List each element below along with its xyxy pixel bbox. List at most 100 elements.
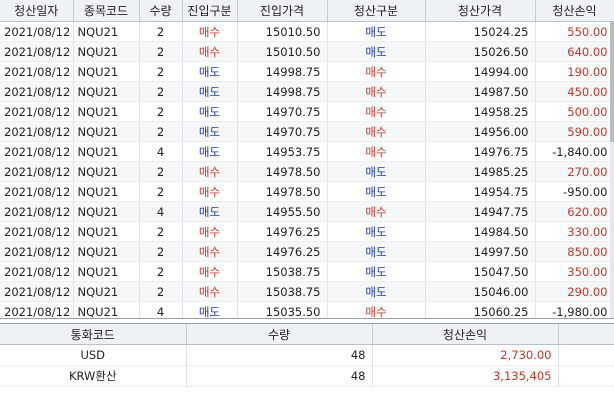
summary-row[interactable]: USD 48 2,730.00 [0,344,614,366]
cell-exit-side: 매도 [327,21,426,42]
table-row[interactable]: 2021/08/12 NQU21 2 매수 14976.25 매도 14997.50 850.… [0,241,614,262]
summary-col-pnl[interactable]: 청산손익 [372,324,559,345]
cell-exit-side: 매도 [327,241,426,262]
cell-code: NQU21 [73,61,140,82]
cell-qty: 2 [139,101,183,122]
col-header-exit-price[interactable]: 청산가격 [425,0,536,22]
summary-currency: USD [0,344,187,366]
trade-table: 청산일자 종목코드 수량 진입구분 진입가격 청산구분 청산가격 청산손익 20… [0,0,614,318]
cell-entry-price: 15038.75 [237,281,328,302]
cell-code: NQU21 [73,221,140,242]
table-row[interactable]: 2021/08/12 NQU21 2 매수 15010.50 매도 15026.50 640.… [0,41,614,62]
summary-col-currency[interactable]: 통화코드 [0,324,187,345]
cell-code: NQU21 [73,121,140,142]
table-row[interactable]: 2021/08/12 NQU21 4 매도 14953.75 매수 14976.75 -1,8… [0,141,614,162]
cell-entry-price: 15035.50 [237,301,328,318]
cell-entry-price: 14970.75 [237,121,328,142]
cell-entry-side: 매수 [182,261,238,282]
table-row[interactable]: 2021/08/12 NQU21 4 매도 14955.50 매수 14947.75 620.… [0,201,614,222]
cell-entry-side: 매수 [182,221,238,242]
cell-entry-side: 매도 [182,141,238,162]
cell-exit-side: 매수 [327,61,426,82]
cell-code: NQU21 [73,81,140,102]
summary-row[interactable]: KRW환산 48 3,135,405 [0,365,614,387]
cell-exit-price: 14958.25 [425,101,536,122]
cell-entry-side: 매도 [182,81,238,102]
cell-exit-price: 15024.25 [425,21,536,42]
col-header-qty[interactable]: 수량 [139,0,183,22]
summary-qty: 48 [186,365,373,387]
table-row[interactable]: 2021/08/12 NQU21 2 매수 14976.25 매도 14984.50 330.… [0,221,614,242]
cell-exit-side: 매수 [327,301,426,318]
cell-entry-price: 14998.75 [237,81,328,102]
table-row[interactable]: 2021/08/12 NQU21 2 매수 14978.50 매도 14985.25 270.… [0,161,614,182]
cell-entry-price: 15010.50 [237,41,328,62]
cell-entry-side: 매도 [182,61,238,82]
cell-code: NQU21 [73,161,140,182]
cell-date: 2021/08/12 [0,141,74,162]
cell-code: NQU21 [73,301,140,318]
table-row[interactable]: 2021/08/12 NQU21 2 매도 14970.75 매수 14958.25 500.… [0,101,614,122]
cell-qty: 2 [139,81,183,102]
table-row[interactable]: 2021/08/12 NQU21 2 매수 14978.50 매도 14954.75 -950… [0,181,614,202]
cell-exit-side: 매도 [327,281,426,302]
cell-code: NQU21 [73,101,140,122]
cell-entry-side: 매도 [182,101,238,122]
cell-exit-side: 매도 [327,181,426,202]
table-row[interactable]: 2021/08/12 NQU21 2 매수 15010.50 매도 15024.25 550.… [0,21,614,42]
summary-currency: KRW환산 [0,365,187,387]
cell-pnl: 590.00 [535,121,614,142]
cell-exit-side: 매수 [327,201,426,222]
cell-pnl: 330.00 [535,221,614,242]
cell-code: NQU21 [73,201,140,222]
scrollbar-thumb[interactable] [610,22,614,142]
table-row[interactable]: 2021/08/12 NQU21 2 매도 14998.75 매수 14994.00 190.… [0,61,614,82]
cell-date: 2021/08/12 [0,161,74,182]
cell-exit-price: 15046.00 [425,281,536,302]
cell-exit-price: 14956.00 [425,121,536,142]
col-header-entry-price[interactable]: 진입가격 [237,0,328,22]
cell-pnl: 550.00 [535,21,614,42]
cell-exit-side: 매수 [327,101,426,122]
cell-pnl: -950.00 [535,181,614,202]
cell-entry-price: 14976.25 [237,221,328,242]
cell-date: 2021/08/12 [0,301,74,318]
table-row[interactable]: 2021/08/12 NQU21 2 매수 15038.75 매도 15047.50 350.… [0,261,614,282]
col-header-pnl[interactable]: 청산손익 [535,0,614,22]
cell-pnl: 350.00 [535,261,614,282]
col-header-code[interactable]: 종목코드 [73,0,140,22]
table-row[interactable]: 2021/08/12 NQU21 4 매도 15035.50 매수 15060.25 -1,9… [0,301,614,318]
summary-pnl: 2,730.00 [372,344,559,366]
cell-qty: 4 [139,201,183,222]
cell-code: NQU21 [73,281,140,302]
summary-col-qty[interactable]: 수량 [186,324,373,345]
cell-pnl: 190.00 [535,61,614,82]
grid-header-row: 청산일자 종목코드 수량 진입구분 진입가격 청산구분 청산가격 청산손익 [0,0,614,22]
cell-entry-side: 매수 [182,181,238,202]
cell-pnl: 290.00 [535,281,614,302]
cell-qty: 2 [139,121,183,142]
cell-date: 2021/08/12 [0,201,74,222]
cell-entry-side: 매수 [182,161,238,182]
vertical-scrollbar[interactable] [610,22,614,318]
cell-exit-price: 14985.25 [425,161,536,182]
col-header-entry-side[interactable]: 진입구분 [182,0,238,22]
cell-entry-side: 매수 [182,41,238,62]
cell-exit-side: 매도 [327,161,426,182]
cell-pnl: 640.00 [535,41,614,62]
trade-history-grid: 청산일자 종목코드 수량 진입구분 진입가격 청산구분 청산가격 청산손익 20… [0,0,614,319]
table-row[interactable]: 2021/08/12 NQU21 2 매도 14970.75 매수 14956.00 590.… [0,121,614,142]
cell-qty: 2 [139,61,183,82]
cell-entry-price: 14955.50 [237,201,328,222]
col-header-date[interactable]: 청산일자 [0,0,74,22]
col-header-exit-side[interactable]: 청산구분 [327,0,426,22]
cell-code: NQU21 [73,181,140,202]
table-row[interactable]: 2021/08/12 NQU21 2 매수 15038.75 매도 15046.00 290.… [0,281,614,302]
summary-empty-cell [558,365,614,387]
cell-entry-price: 14976.25 [237,241,328,262]
cell-code: NQU21 [73,241,140,262]
cell-qty: 2 [139,41,183,62]
cell-exit-price: 15060.25 [425,301,536,318]
cell-exit-side: 매도 [327,221,426,242]
table-row[interactable]: 2021/08/12 NQU21 2 매도 14998.75 매수 14987.50 450.… [0,81,614,102]
